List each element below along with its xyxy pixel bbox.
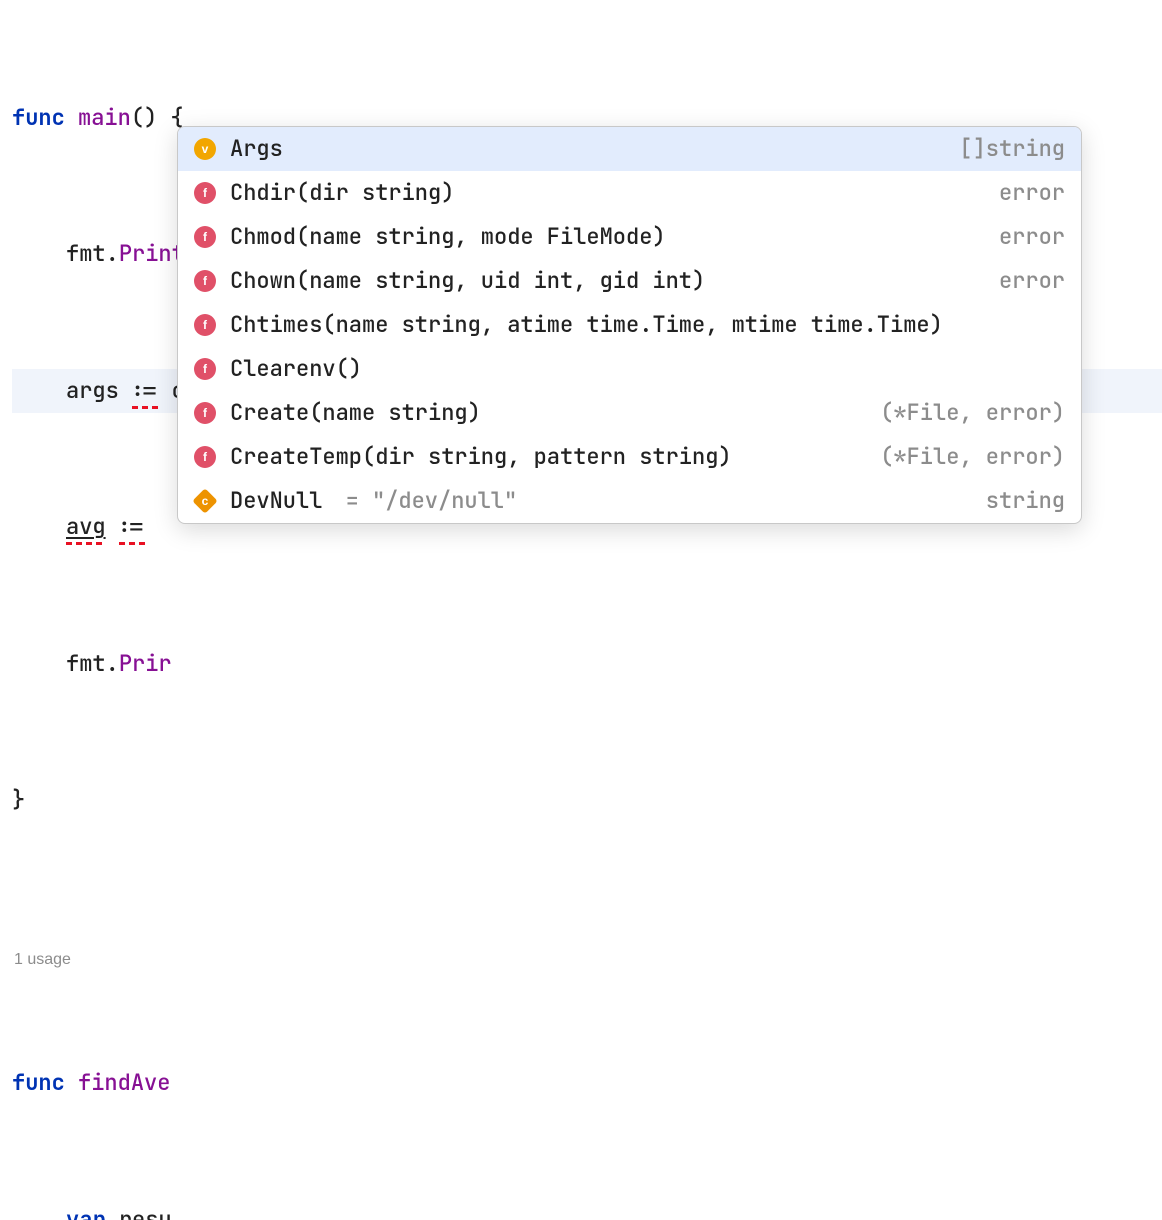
brace-close: }: [12, 785, 25, 816]
completion-item[interactable]: f CreateTemp(dir string, pattern string)(…: [178, 435, 1081, 479]
var-name: args: [66, 376, 119, 407]
fn-icon: f: [194, 358, 216, 380]
completion-item[interactable]: c DevNull = "/dev/null"string: [178, 479, 1081, 523]
completion-type: (*File, error): [880, 442, 1065, 473]
completion-item[interactable]: f Chmod(name string, mode FileMode)error: [178, 215, 1081, 259]
func-call-partial: Prir: [119, 649, 172, 680]
completion-type: error: [999, 222, 1065, 253]
completion-label: Chtimes(name string, atime time.Time, mt…: [230, 310, 1065, 341]
completion-popup[interactable]: vArgs[]stringfChdir(dir string)errorfChm…: [177, 126, 1082, 524]
completion-item[interactable]: f Clearenv(): [178, 347, 1081, 391]
pkg-ref: fmt: [66, 239, 106, 270]
fn-icon: f: [194, 446, 216, 468]
fn-icon: f: [194, 314, 216, 336]
func-name: main: [78, 103, 131, 134]
completion-label: Chmod(name string, mode FileMode): [230, 222, 999, 253]
completion-label: Args: [230, 134, 959, 165]
keyword-func: func: [12, 103, 65, 134]
operator: :=: [119, 512, 145, 543]
code-line[interactable]: var resu: [12, 1198, 1162, 1220]
code-text: resu: [119, 1205, 172, 1220]
completion-item[interactable]: f Chdir(dir string)error: [178, 171, 1081, 215]
const-icon: c: [192, 488, 217, 513]
fn-icon: f: [194, 402, 216, 424]
completion-label: Chown(name string, uid int, gid int): [230, 266, 999, 297]
completion-label: DevNull = "/dev/null": [230, 486, 986, 517]
completion-type: []string: [959, 134, 1065, 165]
var-icon: v: [194, 138, 216, 160]
completion-label: Create(name string): [230, 398, 880, 429]
code-text: () {: [131, 103, 184, 134]
completion-type: (*File, error): [880, 398, 1065, 429]
completion-type: string: [986, 486, 1065, 517]
completion-label: Chdir(dir string): [230, 178, 999, 209]
completion-type: error: [999, 266, 1065, 297]
operator: :=: [132, 376, 158, 407]
fn-icon: f: [194, 182, 216, 204]
code-line[interactable]: }: [12, 778, 1162, 822]
completion-item[interactable]: f Chtimes(name string, atime time.Time, m…: [178, 303, 1081, 347]
func-name-partial: findAve: [78, 1068, 170, 1099]
completion-extra: = "/dev/null": [332, 486, 517, 515]
completion-label: CreateTemp(dir string, pattern string): [230, 442, 880, 473]
completion-item[interactable]: f Chown(name string, uid int, gid int)err…: [178, 259, 1081, 303]
code-line[interactable]: func findAve: [12, 1062, 1162, 1106]
completion-type: error: [999, 178, 1065, 209]
completion-label: Clearenv(): [230, 354, 1065, 385]
pkg-ref: fmt: [66, 649, 106, 680]
fn-icon: f: [194, 226, 216, 248]
completion-item[interactable]: v Args[]string: [178, 127, 1081, 171]
completion-item[interactable]: f Create(name string)(*File, error): [178, 391, 1081, 435]
keyword-func: func: [12, 1068, 65, 1099]
fn-icon: f: [194, 270, 216, 292]
code-line[interactable]: fmt.Prir: [12, 642, 1162, 686]
keyword-var: var: [66, 1205, 106, 1220]
usage-hint[interactable]: 1 usage: [12, 949, 1162, 971]
var-name: avg: [66, 512, 106, 543]
